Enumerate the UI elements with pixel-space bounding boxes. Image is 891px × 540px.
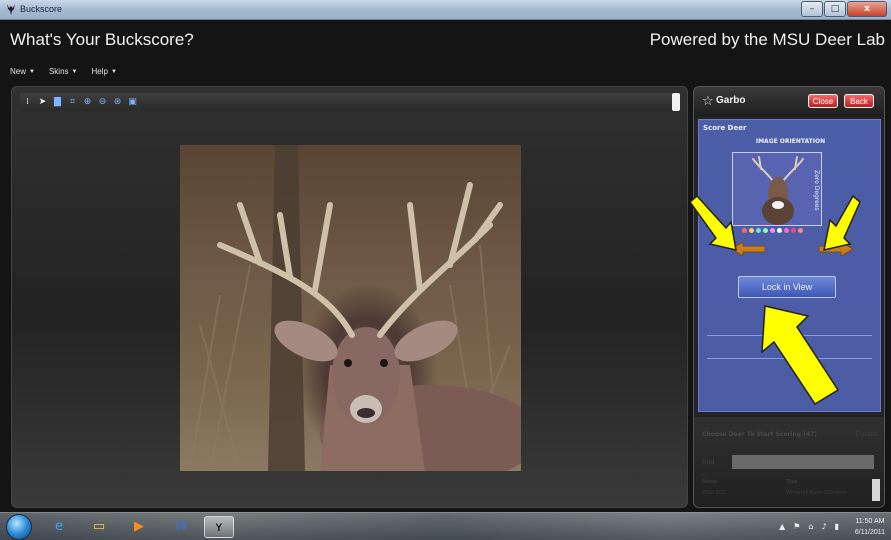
word-icon[interactable]: W [166, 516, 196, 538]
taskbar: e ▭ ▶ W ʏ ▲ ⚑ ⌂ ♪ ▮ 11:50 AM 6/11/2011 [0, 512, 891, 540]
toolbar-scroll-handle[interactable] [672, 93, 680, 111]
network-icon[interactable]: ⌂ [808, 522, 813, 531]
image-toolbar: ⁞ ➤ ▇ ⌗ ⊕ ⊖ ⊛ ▣ [20, 93, 680, 111]
ie-icon[interactable]: e [44, 516, 74, 538]
orientation-dots [742, 228, 803, 233]
buckscore-task-icon[interactable]: ʏ [204, 516, 234, 538]
zoom-out-icon[interactable]: ⊖ [97, 97, 108, 108]
find-label: Find [702, 459, 715, 466]
expand-link[interactable]: Expand [856, 431, 878, 438]
zoom-in-icon[interactable]: ⊕ [82, 97, 93, 108]
caret-down-icon: ▼ [71, 68, 78, 75]
menu-bar: New ▼ Skins ▼ Help ▼ [10, 67, 117, 76]
signal-icon[interactable]: ▮ [835, 522, 839, 531]
deer-app-icon [7, 4, 15, 15]
menu-new-label: New [10, 67, 27, 76]
back-button[interactable]: Back [844, 94, 874, 108]
rotate-left-arrow-icon[interactable] [731, 242, 765, 256]
image-canvas-panel: ⁞ ➤ ▇ ⌗ ⊕ ⊖ ⊛ ▣ [11, 86, 688, 508]
caret-down-icon: ▼ [29, 68, 35, 75]
window-titlebar[interactable]: Buckscore – □ x [0, 0, 891, 20]
app-title: What's Your Buckscore? [10, 30, 194, 49]
system-clock[interactable]: 11:50 AM 6/11/2011 [855, 516, 885, 538]
dot-6[interactable] [777, 228, 782, 233]
dot-9[interactable] [798, 228, 803, 233]
deer-mount-thumbnail [752, 156, 804, 225]
menu-skins[interactable]: Skins ▼ [49, 67, 78, 76]
deer-illustration [189, 145, 521, 471]
col-type-header: Type [786, 479, 798, 485]
deer-search-input[interactable] [732, 455, 874, 469]
image-orientation-label: IMAGE ORIENTATION [755, 138, 826, 145]
clock-time: 11:50 AM [855, 518, 885, 525]
system-tray: ▲ ⚑ ⌂ ♪ ▮ [779, 522, 839, 531]
col-name-header: Name [702, 479, 717, 485]
star-icon[interactable]: ☆ [702, 94, 714, 109]
grip-icon: ⁞ [26, 96, 29, 107]
side-panel: ☆ Garbo Close Back Score Deer IMAGE ORIE… [693, 86, 885, 508]
divider [707, 335, 872, 336]
window-title: Buckscore [20, 4, 63, 14]
app-window: What's Your Buckscore? Powered by the MS… [0, 20, 891, 512]
dot-5[interactable] [770, 228, 775, 233]
screen-icon[interactable]: ▣ [127, 97, 138, 108]
maximize-button[interactable]: □ [824, 1, 846, 17]
row-name-cell[interactable]: WSD 102 [702, 490, 725, 496]
crop-icon[interactable]: ⌗ [67, 97, 78, 108]
start-button[interactable] [6, 514, 32, 540]
score-deer-panel: Score Deer IMAGE ORIENTATION Zero Degree… [698, 119, 881, 412]
window-controls: – □ x [801, 1, 887, 17]
deer-list-panel: Choose Deer To Start Scoring (47) Expand… [694, 417, 884, 507]
powered-by-label: Powered by the MSU Deer Lab [649, 30, 885, 49]
orientation-preview [732, 152, 822, 226]
minimize-button[interactable]: – [801, 1, 823, 17]
pointer-icon[interactable]: ➤ [37, 97, 48, 108]
zoom-fit-icon[interactable]: ⊛ [112, 97, 123, 108]
dot-7[interactable] [784, 228, 789, 233]
menu-new[interactable]: New ▼ [10, 67, 35, 76]
dot-2[interactable] [749, 228, 754, 233]
dot-4[interactable] [763, 228, 768, 233]
list-scrollbar[interactable] [872, 479, 880, 501]
zero-degrees-label: Zero Degrees [813, 170, 820, 211]
dot-8[interactable] [791, 228, 796, 233]
menu-help-label: Help [91, 67, 108, 76]
deer-photo[interactable] [180, 145, 521, 471]
lock-in-view-button[interactable]: Lock in View [738, 276, 836, 298]
deer-name-title: Garbo [716, 95, 746, 106]
dot-1[interactable] [742, 228, 747, 233]
caret-down-icon: ▼ [110, 68, 117, 75]
side-panel-header: ☆ Garbo Close Back [694, 87, 884, 117]
deer-list-title: Choose Deer To Start Scoring (47) [702, 431, 817, 438]
close-button[interactable]: Close [808, 94, 838, 108]
media-player-icon[interactable]: ▶ [124, 516, 154, 538]
close-window-button[interactable]: x [847, 1, 887, 17]
row-type-cell[interactable]: Whitetail Buck 350 docs [786, 490, 846, 496]
show-hidden-icon[interactable]: ▲ [779, 522, 785, 531]
dot-3[interactable] [756, 228, 761, 233]
menu-skins-label: Skins [48, 67, 69, 76]
volume-icon[interactable]: ♪ [821, 522, 826, 531]
save-icon[interactable]: ▇ [52, 97, 63, 108]
rotate-right-arrow-icon[interactable] [819, 242, 853, 256]
app-header: What's Your Buckscore? Powered by the MS… [0, 20, 891, 60]
flag-icon[interactable]: ⚑ [793, 522, 800, 531]
divider [707, 358, 872, 359]
clock-date: 6/11/2011 [854, 529, 885, 536]
score-deer-label: Score Deer [703, 124, 747, 132]
menu-help[interactable]: Help ▼ [91, 67, 116, 76]
explorer-icon[interactable]: ▭ [84, 516, 114, 538]
